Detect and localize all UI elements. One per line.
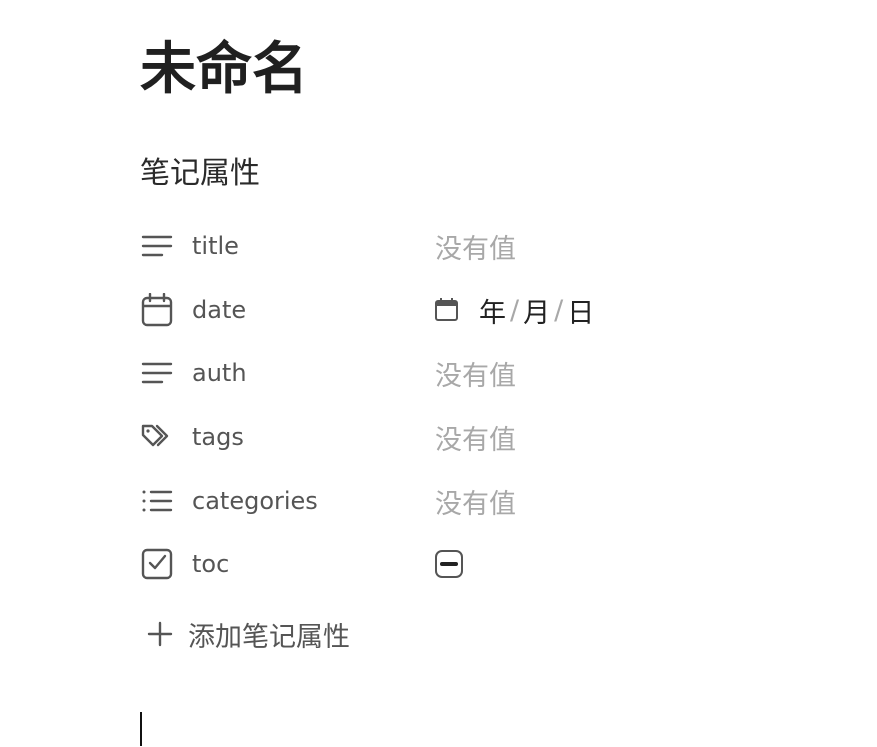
toc-checkbox[interactable] [435, 550, 463, 578]
property-label: title [192, 232, 239, 260]
date-year-field[interactable]: 年 [479, 291, 506, 330]
property-label: toc [192, 550, 230, 578]
date-separator: / [554, 294, 564, 326]
property-row-auth: auth 没有值 [140, 349, 740, 397]
date-day-field[interactable]: 日 [567, 291, 594, 330]
property-key-auth[interactable]: auth [140, 349, 420, 397]
checkbox-icon [140, 546, 176, 582]
text-lines-icon [140, 228, 176, 264]
property-key-date[interactable]: date [140, 286, 420, 334]
property-value-categories[interactable]: 没有值 [435, 477, 516, 525]
indeterminate-dash-icon [440, 562, 458, 566]
property-value-title[interactable]: 没有值 [435, 222, 516, 270]
text-lines-icon [140, 355, 176, 391]
tags-icon [140, 419, 176, 455]
property-value-auth[interactable]: 没有值 [435, 349, 516, 397]
property-label: date [192, 296, 247, 324]
property-row-tags: tags 没有值 [140, 413, 740, 461]
property-label: tags [192, 423, 244, 451]
calendar-icon [140, 292, 176, 328]
add-property-button[interactable]: 添加笔记属性 [146, 612, 350, 656]
note-page: 未命名 笔记属性 title 没有值 date 年 / 月 / 日 auth 没… [0, 0, 877, 747]
property-row-title: title 没有值 [140, 222, 740, 270]
properties-heading[interactable]: 笔记属性 [140, 154, 260, 194]
date-picker-icon[interactable] [435, 298, 459, 322]
property-key-toc[interactable]: toc [140, 540, 420, 588]
property-key-categories[interactable]: categories [140, 477, 420, 525]
property-value-toc [435, 540, 463, 588]
property-row-date: date 年 / 月 / 日 [140, 286, 740, 334]
date-separator: / [510, 294, 520, 326]
property-key-title[interactable]: title [140, 222, 420, 270]
add-property-label: 添加笔记属性 [188, 621, 350, 653]
property-key-tags[interactable]: tags [140, 413, 420, 461]
page-title[interactable]: 未命名 [140, 32, 308, 108]
text-cursor [140, 712, 142, 746]
property-row-toc: toc [140, 540, 740, 588]
date-month-field[interactable]: 月 [523, 291, 550, 330]
list-icon [140, 483, 176, 519]
property-value-tags[interactable]: 没有值 [435, 413, 516, 461]
property-label: auth [192, 359, 247, 387]
property-label: categories [192, 487, 318, 515]
plus-icon [146, 620, 174, 648]
property-value-date[interactable]: 年 / 月 / 日 [435, 286, 594, 334]
property-row-categories: categories 没有值 [140, 477, 740, 525]
